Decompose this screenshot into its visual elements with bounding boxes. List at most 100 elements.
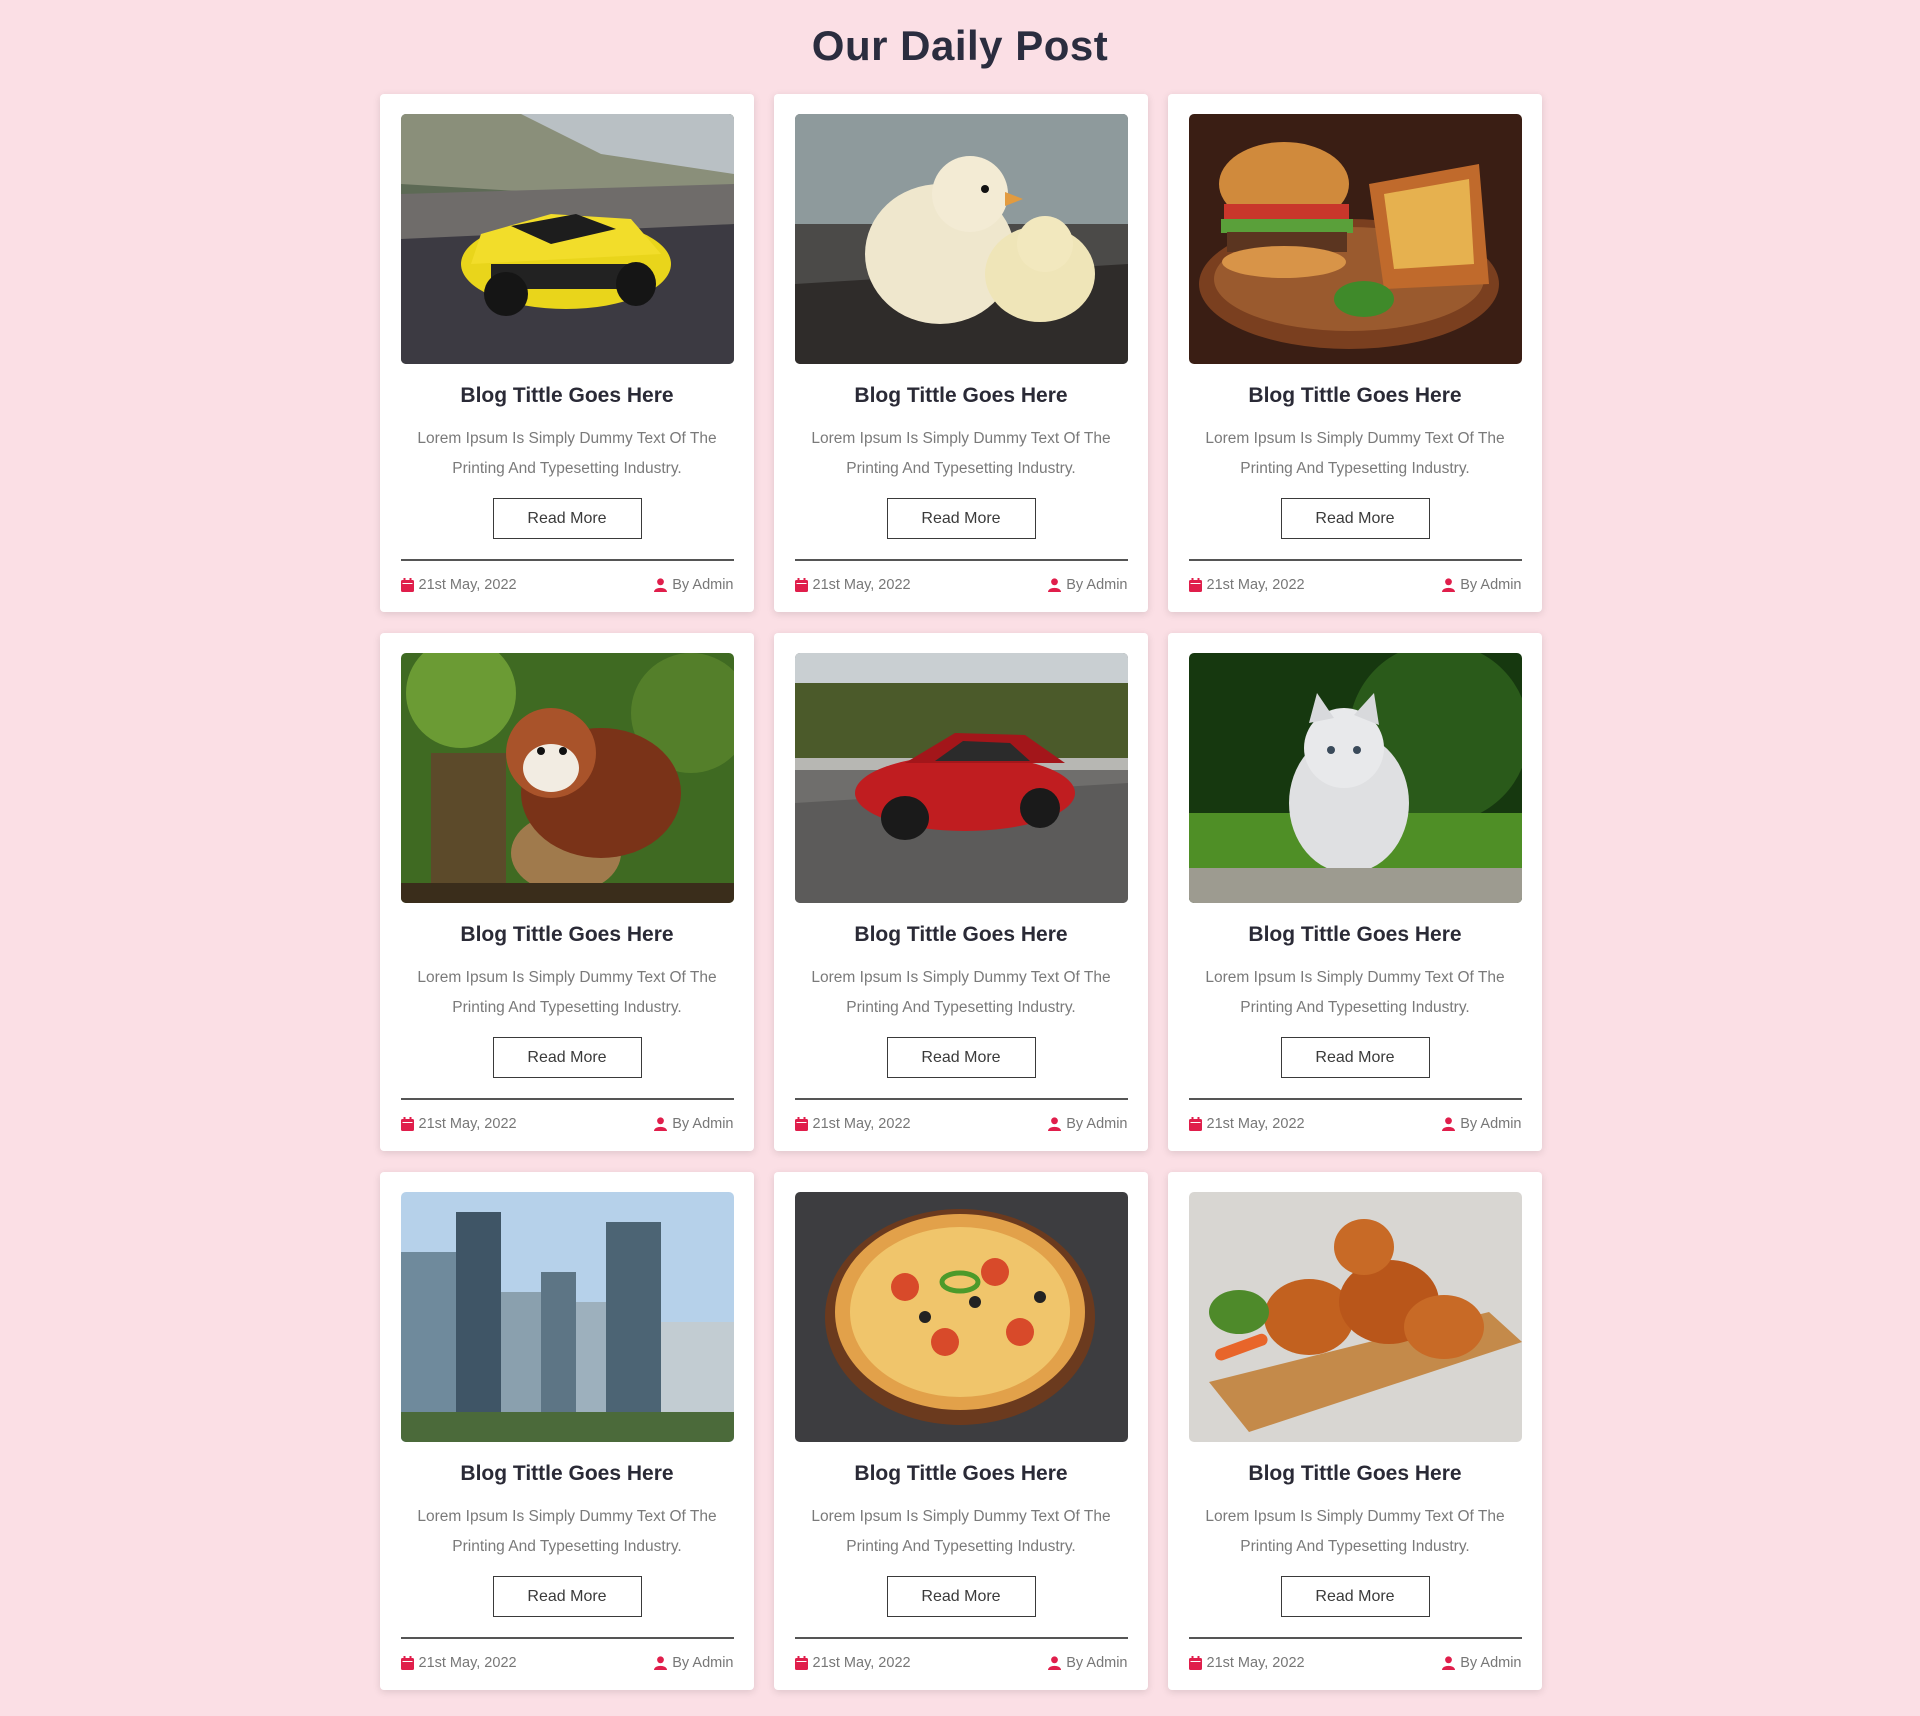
post-author-text: By Admin — [672, 1655, 734, 1671]
post-date-text: 21st May, 2022 — [418, 577, 517, 593]
post-date: 21st May, 2022 — [400, 1655, 517, 1671]
post-title: Blog Tittle Goes Here — [854, 1462, 1068, 1485]
post-date: 21st May, 2022 — [794, 1116, 911, 1132]
post-image-white-kitten[interactable] — [1188, 653, 1522, 903]
calendar-icon — [400, 578, 414, 592]
post-author: By Admin — [654, 1655, 734, 1671]
post-image-burger-and-fries[interactable] — [1188, 114, 1522, 364]
post-excerpt: Lorem Ipsum Is Simply Dummy Text Of The … — [1205, 969, 1505, 1016]
user-icon — [654, 1656, 668, 1670]
divider — [1188, 1098, 1522, 1100]
user-icon — [1442, 1117, 1456, 1131]
user-icon — [1048, 1117, 1062, 1131]
post-author-text: By Admin — [672, 1116, 734, 1132]
post-grid: Blog Tittle Goes Here Lorem Ipsum Is Sim… — [380, 94, 1542, 1690]
calendar-icon — [794, 1656, 808, 1670]
read-more-button[interactable]: Read More — [492, 498, 642, 539]
post-author-text: By Admin — [1460, 1655, 1522, 1671]
read-more-button[interactable]: Read More — [492, 1037, 642, 1078]
post-author: By Admin — [1048, 1116, 1128, 1132]
read-more-button[interactable]: Read More — [886, 498, 1036, 539]
post-image-city-skyline[interactable] — [400, 1192, 734, 1442]
post-date-text: 21st May, 2022 — [812, 577, 911, 593]
post-card: Blog Tittle Goes Here Lorem Ipsum Is Sim… — [1168, 633, 1542, 1151]
post-meta: 21st May, 2022 By Admin — [1188, 1116, 1522, 1132]
post-date-text: 21st May, 2022 — [1206, 1116, 1305, 1132]
post-excerpt: Lorem Ipsum Is Simply Dummy Text Of The … — [811, 430, 1111, 477]
post-excerpt: Lorem Ipsum Is Simply Dummy Text Of The … — [417, 1508, 717, 1555]
post-date-text: 21st May, 2022 — [812, 1655, 911, 1671]
post-date: 21st May, 2022 — [794, 1655, 911, 1671]
divider — [400, 1637, 734, 1639]
divider — [794, 559, 1128, 561]
post-image-red-panda[interactable] — [400, 653, 734, 903]
read-more-button[interactable]: Read More — [886, 1037, 1036, 1078]
divider — [400, 1098, 734, 1100]
post-date: 21st May, 2022 — [794, 577, 911, 593]
post-card: Blog Tittle Goes Here Lorem Ipsum Is Sim… — [380, 94, 754, 612]
post-author: By Admin — [654, 577, 734, 593]
post-excerpt: Lorem Ipsum Is Simply Dummy Text Of The … — [417, 969, 717, 1016]
post-author-text: By Admin — [1460, 577, 1522, 593]
post-card: Blog Tittle Goes Here Lorem Ipsum Is Sim… — [774, 94, 1148, 612]
calendar-icon — [1188, 578, 1202, 592]
calendar-icon — [1188, 1117, 1202, 1131]
post-excerpt: Lorem Ipsum Is Simply Dummy Text Of The … — [811, 969, 1111, 1016]
post-author: By Admin — [654, 1116, 734, 1132]
calendar-icon — [400, 1117, 414, 1131]
post-meta: 21st May, 2022 By Admin — [400, 577, 734, 593]
post-card: Blog Tittle Goes Here Lorem Ipsum Is Sim… — [774, 1172, 1148, 1690]
user-icon — [1442, 578, 1456, 592]
post-meta: 21st May, 2022 By Admin — [400, 1116, 734, 1132]
post-image-fried-chicken[interactable] — [1188, 1192, 1522, 1442]
divider — [794, 1098, 1128, 1100]
post-title: Blog Tittle Goes Here — [460, 1462, 674, 1485]
post-author-text: By Admin — [1066, 1116, 1128, 1132]
read-more-button[interactable]: Read More — [1280, 1576, 1430, 1617]
post-meta: 21st May, 2022 By Admin — [794, 1116, 1128, 1132]
post-meta: 21st May, 2022 By Admin — [400, 1655, 734, 1671]
post-author-text: By Admin — [1066, 1655, 1128, 1671]
post-card: Blog Tittle Goes Here Lorem Ipsum Is Sim… — [380, 1172, 754, 1690]
post-title: Blog Tittle Goes Here — [460, 384, 674, 407]
post-date-text: 21st May, 2022 — [1206, 577, 1305, 593]
post-author-text: By Admin — [1460, 1116, 1522, 1132]
calendar-icon — [794, 578, 808, 592]
post-card: Blog Tittle Goes Here Lorem Ipsum Is Sim… — [1168, 94, 1542, 612]
read-more-button[interactable]: Read More — [886, 1576, 1036, 1617]
post-author: By Admin — [1442, 577, 1522, 593]
read-more-button[interactable]: Read More — [492, 1576, 642, 1617]
post-date-text: 21st May, 2022 — [1206, 1655, 1305, 1671]
post-image-baby-chicks[interactable] — [794, 114, 1128, 364]
user-icon — [654, 1117, 668, 1131]
post-meta: 21st May, 2022 By Admin — [794, 1655, 1128, 1671]
user-icon — [1048, 1656, 1062, 1670]
calendar-icon — [1188, 1656, 1202, 1670]
post-title: Blog Tittle Goes Here — [460, 923, 674, 946]
post-author: By Admin — [1048, 577, 1128, 593]
post-meta: 21st May, 2022 By Admin — [794, 577, 1128, 593]
post-image-pizza[interactable] — [794, 1192, 1128, 1442]
post-card: Blog Tittle Goes Here Lorem Ipsum Is Sim… — [774, 633, 1148, 1151]
divider — [400, 559, 734, 561]
post-title: Blog Tittle Goes Here — [1248, 923, 1462, 946]
post-author: By Admin — [1442, 1116, 1522, 1132]
post-title: Blog Tittle Goes Here — [854, 923, 1068, 946]
post-excerpt: Lorem Ipsum Is Simply Dummy Text Of The … — [811, 1508, 1111, 1555]
divider — [1188, 1637, 1522, 1639]
post-date-text: 21st May, 2022 — [418, 1116, 517, 1132]
post-title: Blog Tittle Goes Here — [1248, 1462, 1462, 1485]
post-image-red-sports-car[interactable] — [794, 653, 1128, 903]
post-date: 21st May, 2022 — [400, 577, 517, 593]
divider — [1188, 559, 1522, 561]
post-author-text: By Admin — [1066, 577, 1128, 593]
post-date-text: 21st May, 2022 — [418, 1655, 517, 1671]
read-more-button[interactable]: Read More — [1280, 1037, 1430, 1078]
post-date-text: 21st May, 2022 — [812, 1116, 911, 1132]
user-icon — [654, 578, 668, 592]
post-image-yellow-sports-car[interactable] — [400, 114, 734, 364]
calendar-icon — [400, 1656, 414, 1670]
page-title: Our Daily Post — [811, 22, 1109, 69]
read-more-button[interactable]: Read More — [1280, 498, 1430, 539]
post-date: 21st May, 2022 — [1188, 577, 1305, 593]
